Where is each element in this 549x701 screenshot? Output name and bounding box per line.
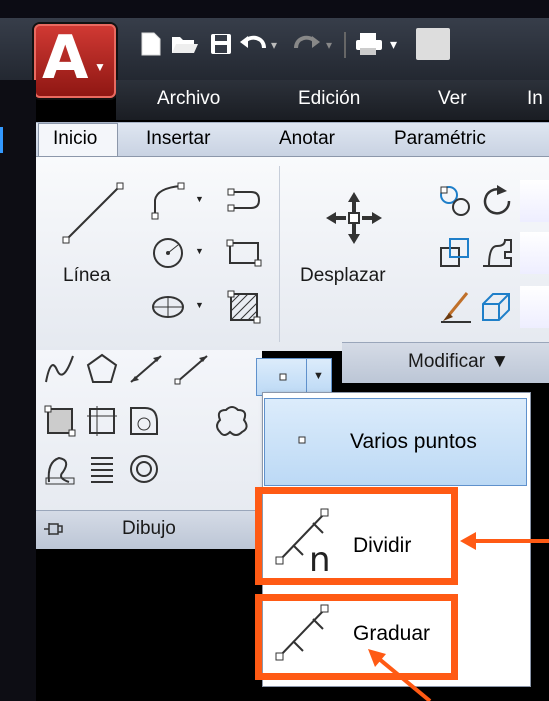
annotation-arrows [368, 532, 549, 701]
graduar-arrow [376, 656, 432, 701]
dividir-arrowhead-icon [460, 532, 476, 550]
